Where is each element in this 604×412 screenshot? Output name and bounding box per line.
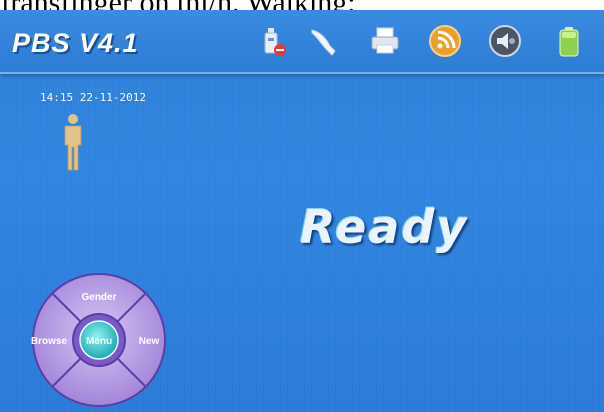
- rss-icon[interactable]: [428, 24, 462, 58]
- status-text: Ready: [300, 200, 469, 254]
- device-screen: PBS V4.1 14:15 22-11-2012 Ready Gender B…: [0, 10, 604, 412]
- browse-button[interactable]: Browse: [31, 336, 68, 347]
- person-icon: [62, 113, 84, 176]
- date-time: 14:15 22-11-2012: [40, 91, 146, 104]
- speaker-icon[interactable]: [488, 24, 522, 58]
- probe-icon[interactable]: [308, 24, 342, 58]
- battery-icon: [552, 24, 586, 58]
- gender-button[interactable]: Gender: [81, 292, 116, 303]
- nav-wheel: Gender Browse New Menu: [29, 270, 169, 412]
- app-title: PBS V4.1: [12, 28, 139, 58]
- printer-icon[interactable]: [368, 24, 402, 58]
- top-status-bar: PBS V4.1: [0, 10, 604, 74]
- new-button[interactable]: New: [139, 336, 160, 347]
- menu-button[interactable]: Menu: [86, 336, 112, 347]
- usb-disconnected-icon[interactable]: [258, 24, 292, 58]
